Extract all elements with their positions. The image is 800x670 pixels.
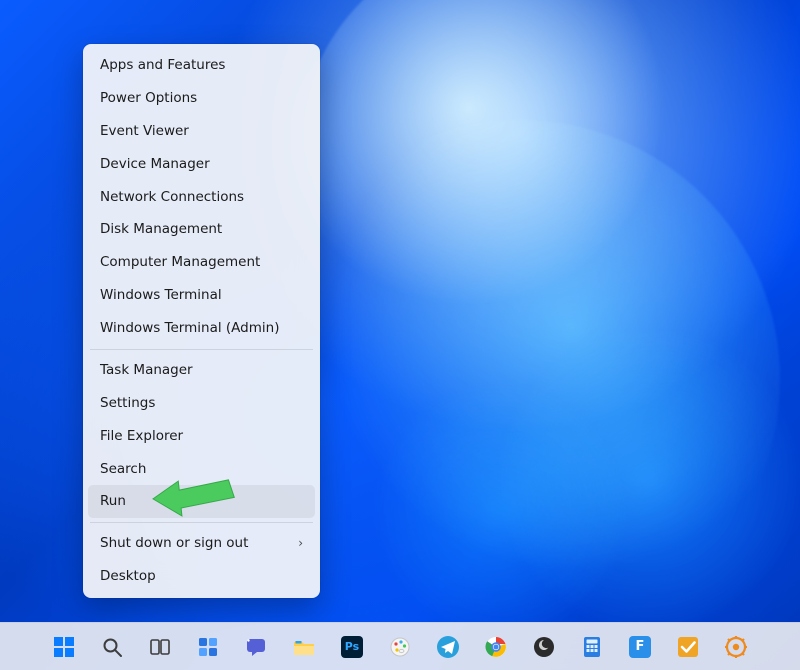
- taskbar-telegram-button[interactable]: [428, 627, 468, 667]
- chevron-right-icon: ›: [298, 536, 303, 551]
- app-f-icon: F: [629, 636, 651, 658]
- menu-item-file-explorer[interactable]: File Explorer: [88, 420, 315, 453]
- menu-separator: [90, 349, 313, 350]
- obs-icon: [532, 635, 556, 659]
- menu-item-label: Windows Terminal: [100, 287, 222, 304]
- file-explorer-icon: [292, 635, 316, 659]
- taskbar-chat-button[interactable]: [236, 627, 276, 667]
- menu-item-run[interactable]: Run: [88, 485, 315, 518]
- menu-item-network-connections[interactable]: Network Connections: [88, 181, 315, 214]
- taskbar-calculator-button[interactable]: [572, 627, 612, 667]
- calculator-icon: [580, 635, 604, 659]
- widgets-icon: [196, 635, 220, 659]
- menu-item-label: Network Connections: [100, 189, 244, 206]
- menu-item-shut-down-or-sign-out[interactable]: Shut down or sign out ›: [88, 527, 315, 560]
- menu-item-label: Windows Terminal (Admin): [100, 320, 279, 337]
- menu-item-disk-management[interactable]: Disk Management: [88, 213, 315, 246]
- menu-item-settings[interactable]: Settings: [88, 387, 315, 420]
- taskbar-task-view-button[interactable]: [140, 627, 180, 667]
- menu-item-power-options[interactable]: Power Options: [88, 82, 315, 115]
- menu-item-event-viewer[interactable]: Event Viewer: [88, 115, 315, 148]
- desktop: Apps and Features Power Options Event Vi…: [0, 0, 800, 670]
- settings-gear-icon: [724, 635, 748, 659]
- telegram-icon: [436, 635, 460, 659]
- menu-item-device-manager[interactable]: Device Manager: [88, 148, 315, 181]
- menu-item-label: Power Options: [100, 90, 197, 107]
- menu-item-task-manager[interactable]: Task Manager: [88, 354, 315, 387]
- taskbar-settings-button[interactable]: [716, 627, 756, 667]
- taskbar-chrome-button[interactable]: [476, 627, 516, 667]
- menu-separator: [90, 522, 313, 523]
- taskbar-file-explorer-button[interactable]: [284, 627, 324, 667]
- menu-item-search[interactable]: Search: [88, 453, 315, 486]
- menu-item-label: Task Manager: [100, 362, 193, 379]
- menu-item-apps-and-features[interactable]: Apps and Features: [88, 49, 315, 82]
- taskbar-search-button[interactable]: [92, 627, 132, 667]
- taskbar-photoshop-button[interactable]: Ps: [332, 627, 372, 667]
- paint-icon: [388, 635, 412, 659]
- menu-item-label: Settings: [100, 395, 155, 412]
- menu-item-label: Shut down or sign out: [100, 535, 248, 552]
- menu-item-label: File Explorer: [100, 428, 183, 445]
- taskbar: Ps: [0, 622, 800, 670]
- menu-item-windows-terminal-admin[interactable]: Windows Terminal (Admin): [88, 312, 315, 345]
- taskbar-app-check-button[interactable]: [668, 627, 708, 667]
- menu-item-label: Run: [100, 493, 126, 510]
- menu-item-windows-terminal[interactable]: Windows Terminal: [88, 279, 315, 312]
- menu-item-label: Desktop: [100, 568, 156, 585]
- menu-item-desktop[interactable]: Desktop: [88, 560, 315, 593]
- menu-item-computer-management[interactable]: Computer Management: [88, 246, 315, 279]
- winx-context-menu: Apps and Features Power Options Event Vi…: [83, 44, 320, 598]
- chrome-icon: [484, 635, 508, 659]
- menu-item-label: Computer Management: [100, 254, 260, 271]
- taskbar-start-button[interactable]: [44, 627, 84, 667]
- task-view-icon: [148, 635, 172, 659]
- taskbar-app-f-button[interactable]: F: [620, 627, 660, 667]
- wallpaper-shape: [350, 360, 650, 660]
- app-check-icon: [676, 635, 700, 659]
- menu-item-label: Search: [100, 461, 146, 478]
- start-icon: [52, 635, 76, 659]
- taskbar-paint-button[interactable]: [380, 627, 420, 667]
- chat-icon: [244, 635, 268, 659]
- search-icon: [100, 635, 124, 659]
- menu-item-label: Device Manager: [100, 156, 210, 173]
- menu-item-label: Event Viewer: [100, 123, 189, 140]
- taskbar-widgets-button[interactable]: [188, 627, 228, 667]
- taskbar-obs-button[interactable]: [524, 627, 564, 667]
- photoshop-icon: Ps: [341, 636, 363, 658]
- menu-item-label: Apps and Features: [100, 57, 225, 74]
- menu-item-label: Disk Management: [100, 221, 222, 238]
